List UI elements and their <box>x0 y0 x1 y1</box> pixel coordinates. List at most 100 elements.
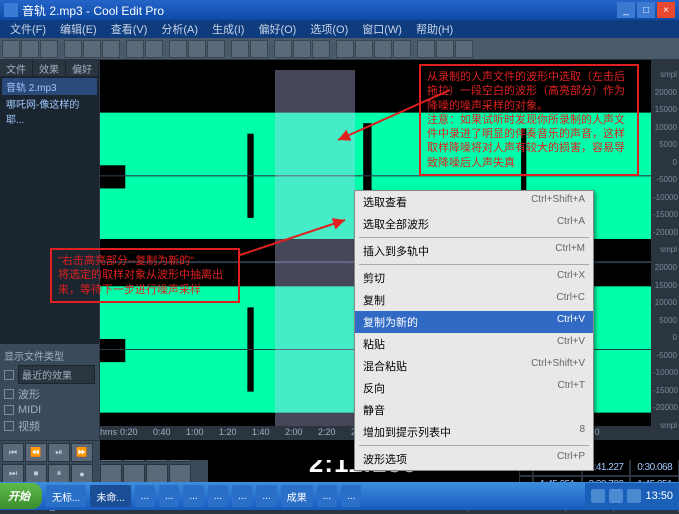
zoom-button[interactable] <box>123 464 145 483</box>
toolbar-button[interactable] <box>102 40 120 58</box>
tray-icon[interactable] <box>627 489 641 503</box>
waveform-selection[interactable] <box>275 70 355 426</box>
context-menu-item[interactable]: 波形选项Ctrl+P <box>355 448 593 470</box>
system-tray[interactable]: 13:50 <box>585 483 679 509</box>
transport-button[interactable]: ⏭ <box>2 464 24 483</box>
transport-button[interactable]: ⏮ <box>2 443 24 462</box>
time-cell: 0:30.068 <box>630 459 679 476</box>
toolbar-button[interactable] <box>250 40 268 58</box>
toolbar-button[interactable] <box>169 40 187 58</box>
transport-button[interactable]: ⏪ <box>25 443 47 462</box>
show-file-types-label: 显示文件类型 <box>4 348 95 363</box>
menu-item[interactable]: 选项(O) <box>304 21 354 37</box>
context-menu-item[interactable]: 插入到多轨中Ctrl+M <box>355 240 593 262</box>
toolbar-button[interactable] <box>393 40 411 58</box>
close-button[interactable]: × <box>657 2 675 18</box>
recent-dropdown[interactable]: 最近的效果 <box>18 365 95 384</box>
menu-item[interactable]: 文件(F) <box>4 21 52 37</box>
toolbar-button[interactable] <box>312 40 330 58</box>
annotation-2: "右击高亮部分--复制为新的"将选定的取样对象从波形中抽离出来，等待下一步进行噪… <box>50 248 240 303</box>
file-item[interactable]: 音轨 2.mp3 <box>2 78 97 95</box>
zoom-button[interactable] <box>100 464 122 483</box>
toolbar-button[interactable] <box>417 40 435 58</box>
toolbar-button[interactable] <box>64 40 82 58</box>
panel-tab[interactable]: 偏好 <box>66 60 99 76</box>
taskbar-item[interactable]: ... <box>256 485 276 507</box>
taskbar-item[interactable]: ... <box>317 485 337 507</box>
context-menu-item[interactable]: 剪切Ctrl+X <box>355 267 593 289</box>
wave-check[interactable] <box>4 389 14 399</box>
tray-icon[interactable] <box>609 489 623 503</box>
menu-item[interactable]: 偏好(O) <box>252 21 302 37</box>
maximize-button[interactable]: □ <box>637 2 655 18</box>
toolbar-button[interactable] <box>455 40 473 58</box>
toolbar-button[interactable] <box>231 40 249 58</box>
waveform-area[interactable]: smpl20000150001000050000-5000-10000-1500… <box>100 60 679 440</box>
transport-button[interactable]: ⏩ <box>71 443 93 462</box>
taskbar-item[interactable]: ... <box>159 485 179 507</box>
taskbar-item[interactable]: ... <box>232 485 252 507</box>
context-menu-item[interactable]: 复制Ctrl+C <box>355 289 593 311</box>
tray-icon[interactable] <box>591 489 605 503</box>
file-list: 音轨 2.mp3哪吒网-像这样的耶... <box>0 76 99 344</box>
menubar: 文件(F)编辑(E)查看(V)分析(A)生成(I)偏好(O)选项(O)窗口(W)… <box>0 20 679 38</box>
midi-check[interactable] <box>4 405 14 415</box>
context-menu-item[interactable]: 选取全部波形Ctrl+A <box>355 213 593 235</box>
transport-controls: ⏮⏪⏯⏩ ⏭⏹⏸● <box>0 441 98 486</box>
menu-item[interactable]: 查看(V) <box>105 21 154 37</box>
file-item[interactable]: 哪吒网-像这样的耶... <box>2 95 97 127</box>
toolbar-button[interactable] <box>207 40 225 58</box>
toolbar-button[interactable] <box>274 40 292 58</box>
context-menu-item[interactable]: 复制为新的Ctrl+V <box>355 311 593 333</box>
taskbar-item[interactable]: 未命... <box>90 485 130 507</box>
wave-checkbox[interactable] <box>4 370 14 380</box>
taskbar: 开始 无标...未命.....................成果...... … <box>0 482 679 510</box>
context-menu-item[interactable]: 静音 <box>355 399 593 421</box>
context-menu-item[interactable]: 反向Ctrl+T <box>355 377 593 399</box>
titlebar: 音轨 2.mp3 - Cool Edit Pro _ □ × <box>0 0 679 20</box>
context-menu-item[interactable]: 选取查看Ctrl+Shift+A <box>355 191 593 213</box>
context-menu-item[interactable]: 增加到提示列表中8 <box>355 421 593 443</box>
menu-item[interactable]: 分析(A) <box>155 21 204 37</box>
toolbar-button[interactable] <box>336 40 354 58</box>
video-check[interactable] <box>4 421 14 431</box>
toolbar-button[interactable] <box>188 40 206 58</box>
toolbar-button[interactable] <box>436 40 454 58</box>
amplitude-ruler: smpl20000150001000050000-5000-10000-1500… <box>651 60 679 440</box>
toolbar-button[interactable] <box>374 40 392 58</box>
menu-item[interactable]: 窗口(W) <box>356 21 408 37</box>
toolbar-button[interactable] <box>21 40 39 58</box>
minimize-button[interactable]: _ <box>617 2 635 18</box>
toolbar-button[interactable] <box>293 40 311 58</box>
transport-button[interactable]: ⏸ <box>48 464 70 483</box>
zoom-button[interactable] <box>146 464 168 483</box>
toolbar-button[interactable] <box>40 40 58 58</box>
transport-button[interactable]: ⏹ <box>25 464 47 483</box>
context-menu: 选取查看Ctrl+Shift+A选取全部波形Ctrl+A 插入到多轨中Ctrl+M… <box>354 190 594 471</box>
panel-tab[interactable]: 文件 <box>0 60 33 76</box>
taskbar-item[interactable]: 无标... <box>46 485 86 507</box>
transport-button[interactable]: ● <box>71 464 93 483</box>
context-menu-item[interactable]: 粘贴Ctrl+V <box>355 333 593 355</box>
menu-item[interactable]: 编辑(E) <box>54 21 103 37</box>
toolbar-button[interactable] <box>83 40 101 58</box>
toolbar-button[interactable] <box>145 40 163 58</box>
toolbar-button[interactable] <box>2 40 20 58</box>
annotation-1: 从录制的人声文件的波形中选取（左击后拖拉）一段空白的波形（高亮部分）作为降噪的噪… <box>419 64 639 176</box>
panel-tab[interactable]: 效果 <box>33 60 66 76</box>
toolbar <box>0 38 679 60</box>
zoom-button[interactable] <box>169 464 191 483</box>
start-button[interactable]: 开始 <box>0 483 42 509</box>
toolbar-button[interactable] <box>126 40 144 58</box>
menu-item[interactable]: 生成(I) <box>206 21 250 37</box>
transport-button[interactable]: ⏯ <box>48 443 70 462</box>
taskbar-item[interactable]: ... <box>208 485 228 507</box>
app-icon <box>4 3 18 17</box>
taskbar-item[interactable]: ... <box>341 485 361 507</box>
taskbar-item[interactable]: ... <box>183 485 203 507</box>
toolbar-button[interactable] <box>355 40 373 58</box>
taskbar-item[interactable]: ... <box>135 485 155 507</box>
taskbar-item[interactable]: 成果 <box>281 485 313 507</box>
menu-item[interactable]: 帮助(H) <box>410 21 459 37</box>
context-menu-item[interactable]: 混合粘贴Ctrl+Shift+V <box>355 355 593 377</box>
